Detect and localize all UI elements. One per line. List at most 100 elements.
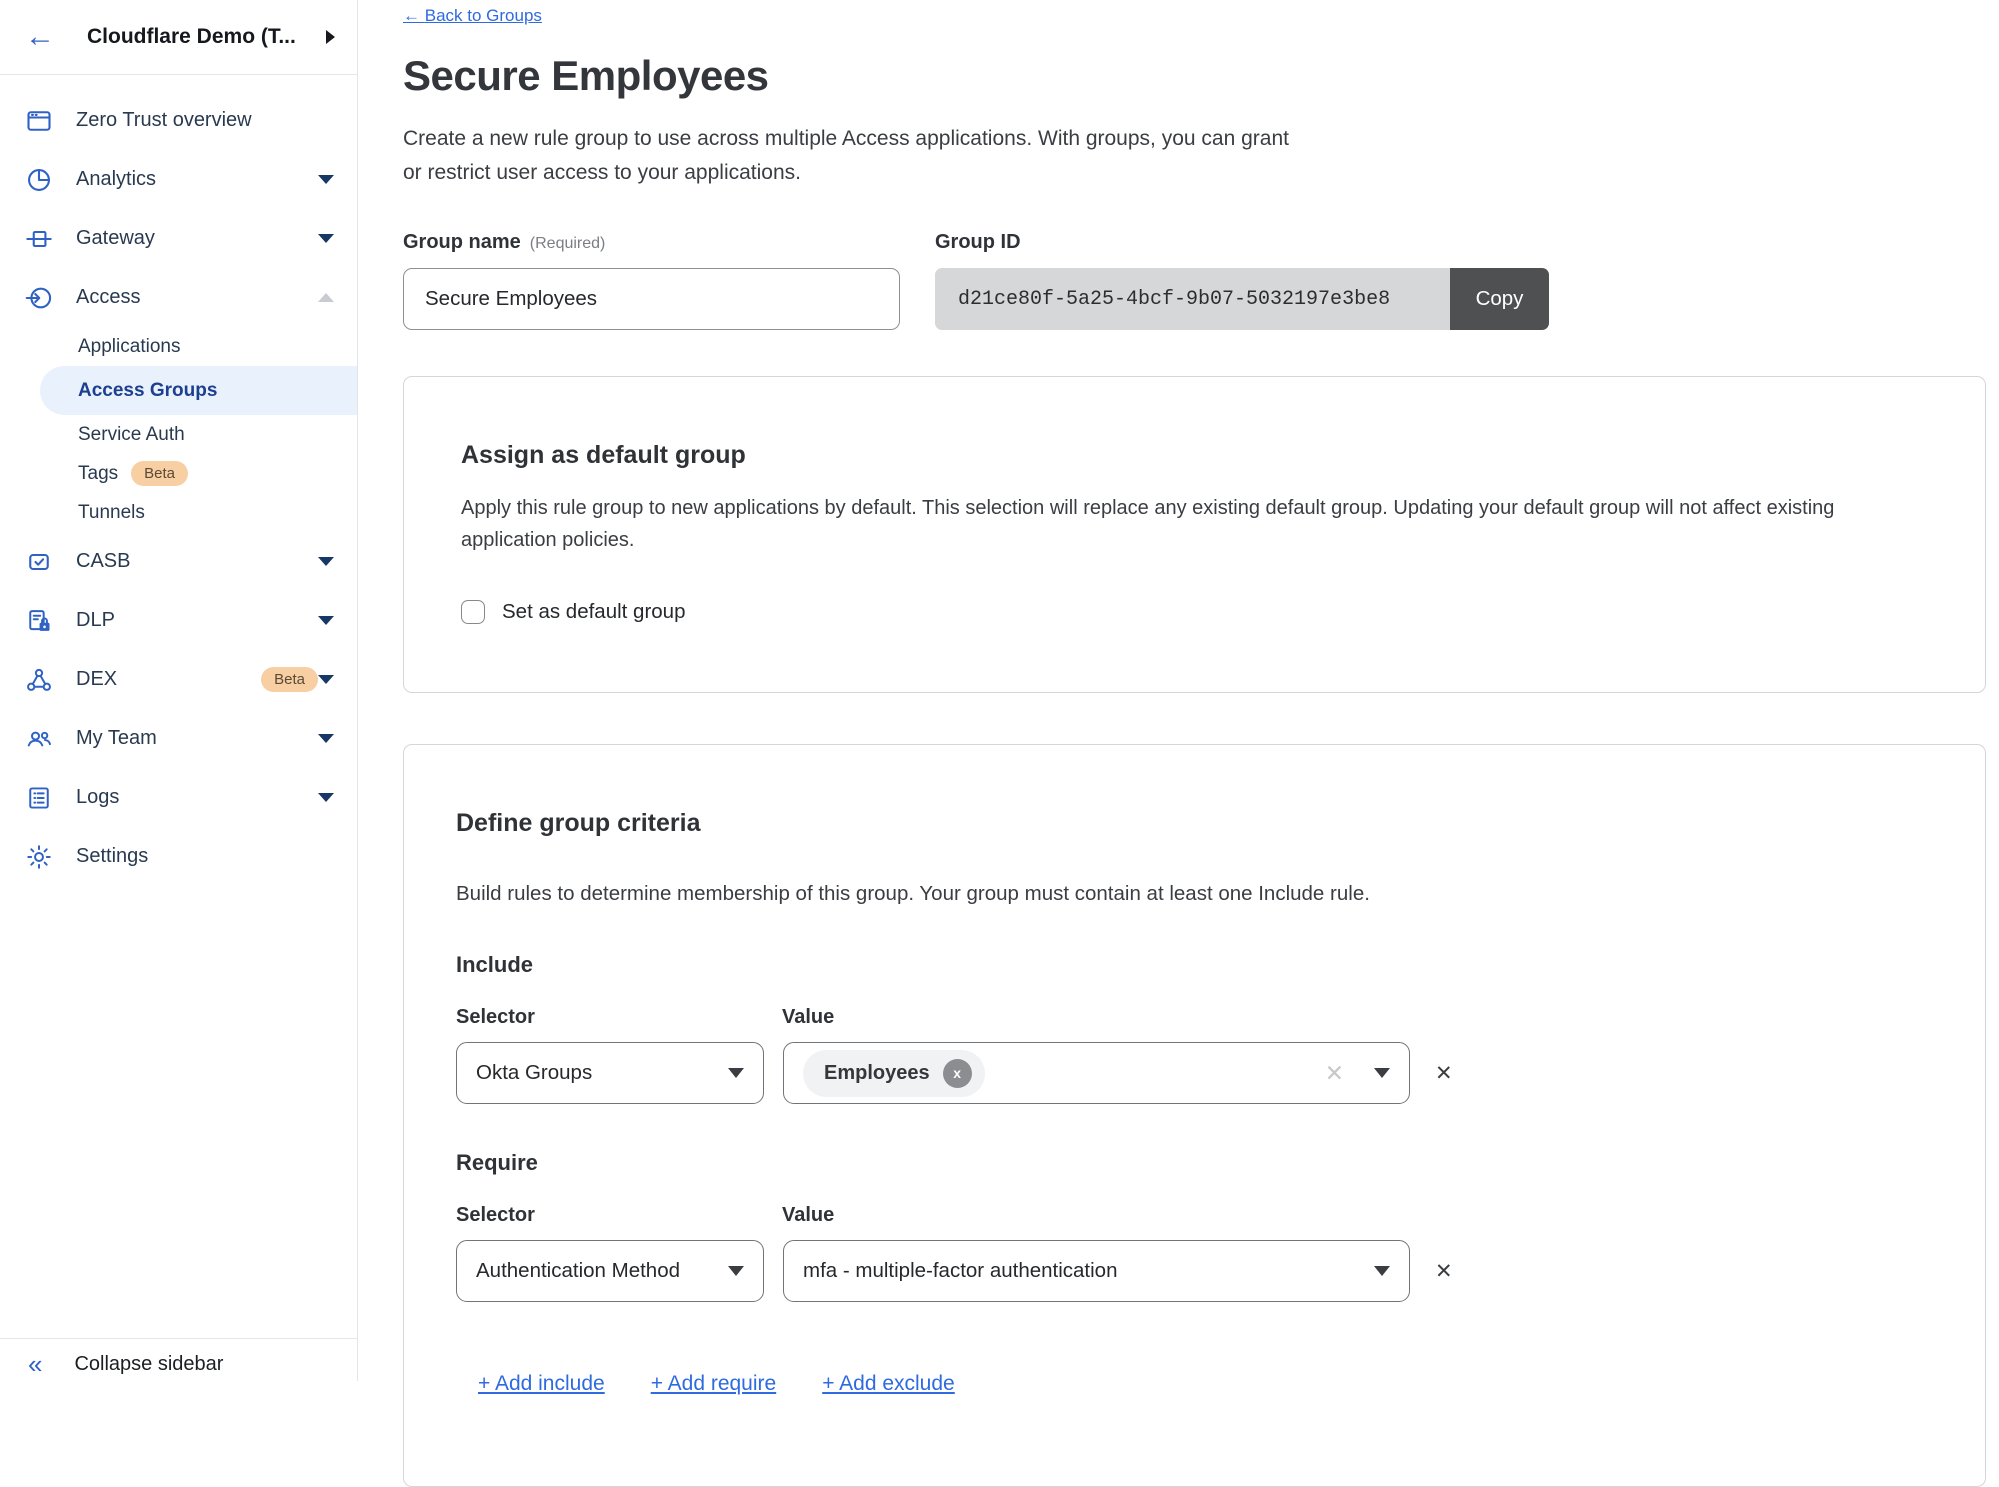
default-group-card-title: Assign as default group xyxy=(461,441,1928,470)
sidebar-header: ← Cloudflare Demo (T... xyxy=(0,0,357,75)
sidebar-item-label: Logs xyxy=(76,786,318,809)
pie-chart-icon xyxy=(25,166,53,194)
sidebar-item-dlp[interactable]: DLP xyxy=(0,591,357,650)
page-description: Create a new rule group to use across mu… xyxy=(403,122,1985,189)
access-login-icon xyxy=(25,284,53,312)
require-rule-labels: Selector Value xyxy=(456,1204,1928,1227)
remove-include-rule-icon[interactable]: ✕ xyxy=(1435,1061,1453,1086)
document-lock-icon xyxy=(25,607,53,635)
sidebar-item-tags[interactable]: Tags Beta xyxy=(78,454,357,493)
require-value-dropdown[interactable]: mfa - multiple-factor authentication xyxy=(783,1240,1410,1302)
sidebar-item-access[interactable]: Access xyxy=(0,268,357,327)
sidebar-item-tunnels[interactable]: Tunnels xyxy=(78,493,357,532)
group-id-value: d21ce80f-5a25-4bcf-9b07-5032197e3be8 xyxy=(935,268,1450,330)
sidebar-item-label: My Team xyxy=(76,727,318,750)
require-selector-value: Authentication Method xyxy=(476,1259,714,1283)
default-group-checkbox-label: Set as default group xyxy=(502,600,686,624)
sidebar-item-label: DEX xyxy=(76,668,248,691)
add-require-link[interactable]: + Add require xyxy=(651,1372,777,1396)
sidebar-item-gateway[interactable]: Gateway xyxy=(0,209,357,268)
group-name-input[interactable] xyxy=(403,268,900,330)
sidebar-item-label: Access xyxy=(76,286,318,309)
default-group-card: Assign as default group Apply this rule … xyxy=(403,376,1986,693)
criteria-card: Define group criteria Build rules to det… xyxy=(403,744,1986,1487)
default-group-card-description: Apply this rule group to new application… xyxy=(461,492,1921,556)
include-value-label: Value xyxy=(782,1006,834,1029)
network-nodes-icon xyxy=(25,666,53,694)
chevron-up-icon[interactable] xyxy=(318,293,334,302)
include-selector-label: Selector xyxy=(456,1006,782,1029)
require-selector-label: Selector xyxy=(456,1204,782,1227)
back-arrow-icon[interactable]: ← xyxy=(25,22,55,52)
add-exclude-link[interactable]: + Add exclude xyxy=(822,1372,955,1396)
require-selector-dropdown[interactable]: Authentication Method xyxy=(456,1240,764,1302)
sidebar-item-logs[interactable]: Logs xyxy=(0,768,357,827)
remove-require-rule-icon[interactable]: ✕ xyxy=(1435,1259,1453,1284)
copy-button[interactable]: Copy xyxy=(1450,268,1549,330)
group-id-label: Group ID xyxy=(935,231,1549,254)
chevron-down-icon[interactable] xyxy=(318,616,334,625)
value-tag-employees: Employees x xyxy=(803,1050,985,1097)
sidebar-item-zero-trust-overview[interactable]: Zero Trust overview xyxy=(0,91,357,150)
chevron-down-icon[interactable] xyxy=(318,234,334,243)
back-to-groups-link[interactable]: ← Back to Groups xyxy=(403,6,542,26)
default-group-desc-line: Apply this rule group to new application… xyxy=(461,492,1921,524)
include-value-multiselect[interactable]: Employees x ✕ xyxy=(783,1042,1410,1104)
chevron-down-icon[interactable] xyxy=(318,675,334,684)
subnav-item-label: Applications xyxy=(78,336,180,358)
sidebar-item-label: Analytics xyxy=(76,168,318,191)
page-description-line: or restrict user access to your applicat… xyxy=(403,156,1985,190)
sidebar-item-applications[interactable]: Applications xyxy=(78,327,357,366)
account-title[interactable]: Cloudflare Demo (T... xyxy=(87,25,318,49)
collapse-sidebar-button[interactable]: « Collapse sidebar xyxy=(0,1338,357,1381)
include-rule-row: Okta Groups Employees x ✕ ✕ xyxy=(456,1042,1928,1104)
gateway-icon xyxy=(25,225,53,253)
team-people-icon xyxy=(25,725,53,753)
remove-tag-icon[interactable]: x xyxy=(943,1059,972,1088)
chevron-down-icon xyxy=(1374,1068,1390,1078)
default-group-checkbox-row: Set as default group xyxy=(461,600,1928,624)
include-section-label: Include xyxy=(456,952,1928,978)
sidebar-item-settings[interactable]: Settings xyxy=(0,827,357,886)
criteria-card-title: Define group criteria xyxy=(456,809,1928,838)
sidebar-item-analytics[interactable]: Analytics xyxy=(0,150,357,209)
clear-selection-icon[interactable]: ✕ xyxy=(1325,1060,1344,1087)
value-tag-label: Employees xyxy=(824,1062,930,1085)
beta-badge: Beta xyxy=(131,461,188,486)
sidebar-item-label: Zero Trust overview xyxy=(76,109,334,132)
subnav-item-label: Tags xyxy=(78,463,118,485)
require-value-label: Value xyxy=(782,1204,834,1227)
require-value-text: mfa - multiple-factor authentication xyxy=(803,1259,1360,1283)
chevron-down-icon xyxy=(728,1068,744,1078)
sidebar-nav: Zero Trust overview Analytics Gateway xyxy=(0,75,357,886)
sidebar-item-dex[interactable]: DEX Beta xyxy=(0,650,357,709)
sidebar-item-service-auth[interactable]: Service Auth xyxy=(78,415,357,454)
beta-badge: Beta xyxy=(261,667,318,692)
sidebar-item-label: CASB xyxy=(76,550,318,573)
chevron-down-icon[interactable] xyxy=(318,175,334,184)
add-include-link[interactable]: + Add include xyxy=(478,1372,605,1396)
page-description-line: Create a new rule group to use across mu… xyxy=(403,122,1985,156)
include-selector-dropdown[interactable]: Okta Groups xyxy=(456,1042,764,1104)
back-link-label: Back to Groups xyxy=(425,6,542,25)
require-section-label: Require xyxy=(456,1150,1928,1176)
sidebar-item-my-team[interactable]: My Team xyxy=(0,709,357,768)
sidebar-item-label: Settings xyxy=(76,845,334,868)
sidebar-item-casb[interactable]: CASB xyxy=(0,532,357,591)
default-group-checkbox[interactable] xyxy=(461,600,485,624)
include-selector-value: Okta Groups xyxy=(476,1061,714,1085)
chevron-down-icon[interactable] xyxy=(318,557,334,566)
caret-right-icon[interactable] xyxy=(326,30,335,44)
sidebar-item-label: DLP xyxy=(76,609,318,632)
chevron-down-icon[interactable] xyxy=(318,734,334,743)
sidebar-item-access-groups[interactable]: Access Groups xyxy=(40,366,357,415)
casb-check-icon xyxy=(25,548,53,576)
collapse-sidebar-label: Collapse sidebar xyxy=(74,1353,223,1376)
required-note: (Required) xyxy=(530,235,606,252)
include-rule-labels: Selector Value xyxy=(456,1006,1928,1029)
access-subnav: Applications Access Groups Service Auth … xyxy=(0,327,357,532)
chevron-down-icon[interactable] xyxy=(318,793,334,802)
page-title: Secure Employees xyxy=(403,52,1985,100)
default-group-desc-line: application policies. xyxy=(461,524,1921,556)
chevron-down-icon xyxy=(1374,1266,1390,1276)
